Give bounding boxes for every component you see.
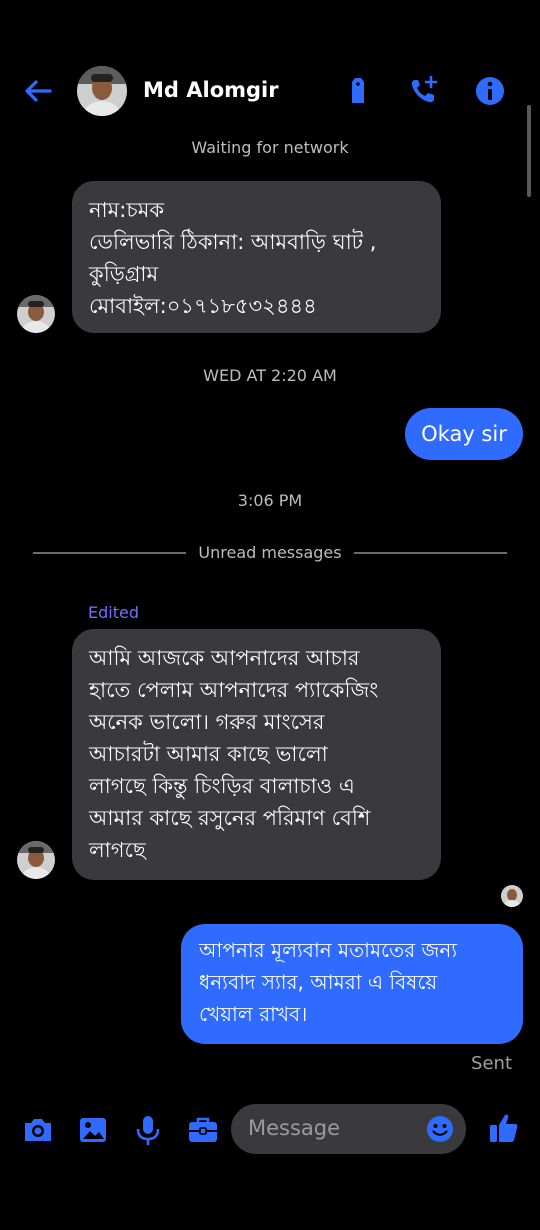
info-icon[interactable]	[472, 73, 508, 109]
camera-icon[interactable]	[20, 1112, 56, 1148]
message-line: লাগছে	[89, 838, 146, 862]
tag-icon[interactable]	[340, 73, 376, 109]
mic-icon[interactable]	[130, 1112, 166, 1148]
message-line: আপনার মূল্যবান মতামতের জন্য	[199, 938, 458, 962]
message-line: ডেলিভারি ঠিকানা: আমবাড়ি ঘাট ,	[89, 230, 377, 254]
briefcase-icon[interactable]	[185, 1112, 221, 1148]
message-line: ধন্যবাদ স্যার, আমরা এ বিষয়ে	[199, 970, 438, 994]
message-line: কুড়িগ্রাম	[89, 262, 159, 286]
sender-avatar[interactable]	[17, 841, 55, 879]
contact-name[interactable]: Md Alomgir	[143, 78, 279, 102]
message-line: নাম:চমক	[89, 198, 165, 222]
back-arrow-icon[interactable]	[22, 75, 54, 107]
outgoing-message[interactable]: Okay sir	[405, 408, 523, 460]
timestamp: WED AT 2:20 AM	[203, 366, 337, 385]
message-placeholder: Message	[248, 1116, 341, 1140]
message-line: আমার কাছে রসুনের পরিমাণ বেশি	[89, 806, 371, 830]
message-input[interactable]: Message	[231, 1104, 466, 1154]
emoji-icon[interactable]	[425, 1114, 455, 1144]
message-line: অনেক ভালো। গরুর মাংসের	[89, 710, 325, 734]
read-receipt-avatar	[501, 885, 523, 907]
thumbs-up-icon[interactable]	[486, 1110, 522, 1146]
message-line: আচারটা আমার কাছে ভালো	[89, 742, 328, 766]
message-line: আমি আজকে আপনাদের আচার	[89, 646, 360, 670]
sent-status: Sent	[471, 1053, 512, 1074]
edited-label: Edited	[88, 603, 139, 622]
timestamp: 3:06 PM	[237, 491, 303, 510]
message-line: হাতে পেলাম আপনাদের প্যাকেজিং	[89, 678, 379, 702]
contact-avatar[interactable]	[77, 66, 127, 116]
add-call-icon[interactable]	[406, 73, 442, 109]
sender-avatar[interactable]	[17, 295, 55, 333]
incoming-message[interactable]: আমি আজকে আপনাদের আচার হাতে পেলাম আপনাদের…	[72, 629, 441, 880]
message-line: মোবাইল:০১৭১৮৫৩২৪৪৪	[89, 294, 317, 318]
outgoing-message[interactable]: আপনার মূল্যবান মতামতের জন্য ধন্যবাদ স্যা…	[181, 924, 523, 1044]
message-text: Okay sir	[421, 422, 507, 446]
image-icon[interactable]	[75, 1112, 111, 1148]
incoming-message[interactable]: নাম:চমক ডেলিভারি ঠিকানা: আমবাড়ি ঘাট , ক…	[72, 181, 441, 333]
message-line: লাগছে কিন্তু চিংড়ির বালাচাও এ	[89, 774, 355, 798]
divider-line	[354, 552, 507, 554]
network-status: Waiting for network	[191, 138, 349, 157]
chat-header: Md Alomgir	[0, 55, 540, 127]
message-line: খেয়াল রাখব।	[199, 1002, 308, 1026]
